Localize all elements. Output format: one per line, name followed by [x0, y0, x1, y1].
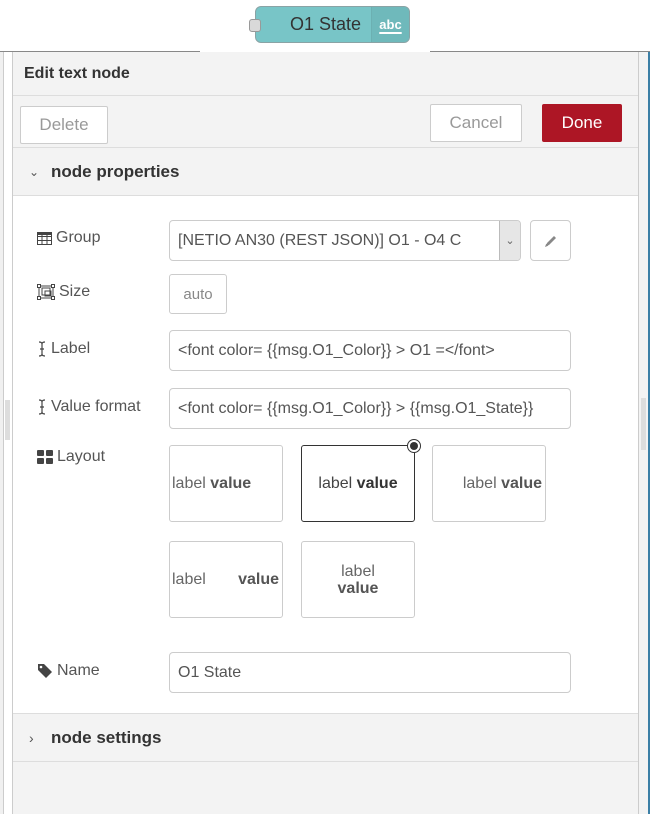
name-input[interactable]: O1 State [169, 652, 571, 693]
chevron-down-icon: ⌄ [29, 164, 40, 179]
done-button[interactable]: Done [542, 104, 622, 142]
node-label: O1 State [289, 14, 361, 34]
object-ungroup-icon [37, 284, 55, 300]
layout-option-label: label [172, 474, 206, 492]
layout-option-column-center[interactable]: label value [301, 541, 415, 618]
chevron-down-icon[interactable]: ⌄ [499, 221, 520, 260]
size-button[interactable]: auto [169, 274, 227, 314]
node-properties-body: Group [NETIO AN30 (REST JSON)] O1 - O4 C… [13, 196, 638, 714]
edit-tray: Edit text node Delete Cancel Done ⌄ node… [12, 52, 639, 814]
name-label-text: Name [57, 662, 100, 679]
group-label-text: Group [56, 229, 101, 246]
layout-option-value: value [501, 474, 542, 492]
layout-option-label: label [462, 474, 497, 492]
layout-option-label: label [341, 562, 375, 580]
layout-option-value: value [238, 570, 279, 588]
tray-toolbar: Delete Cancel Done [13, 96, 638, 148]
value-format-label-text: Value format [51, 398, 141, 415]
edit-group-button[interactable] [530, 220, 571, 261]
selected-radio-icon [407, 439, 421, 453]
chevron-right-icon: › [29, 729, 34, 746]
tag-icon [38, 664, 52, 678]
i-cursor-icon [38, 341, 46, 357]
value-format-label: Value format [37, 398, 141, 416]
node-icon-text: abc [379, 17, 402, 32]
tray-title: Edit text node [13, 52, 638, 96]
delete-button[interactable]: Delete [20, 106, 108, 144]
name-label: Name [37, 662, 100, 680]
left-resize-handle[interactable] [5, 400, 10, 440]
text-abc-icon: abc [371, 7, 409, 42]
layout-option-row-spread[interactable]: label value [169, 541, 283, 618]
group-select-value: [NETIO AN30 (REST JSON)] O1 - O4 C [178, 231, 462, 249]
group-select[interactable]: [NETIO AN30 (REST JSON)] O1 - O4 C ⌄ [169, 220, 521, 261]
layout-option-label: label [318, 474, 353, 492]
label-field-label-text: Label [51, 340, 91, 357]
layout-option-value: value [337, 579, 379, 597]
cancel-button[interactable]: Cancel [430, 104, 522, 142]
section-title: node settings [51, 727, 162, 747]
section-node-properties[interactable]: ⌄ node properties [13, 148, 638, 196]
right-scrollbar[interactable] [641, 398, 646, 450]
layout-option-label: label [172, 570, 206, 588]
workspace-edge [0, 52, 4, 814]
size-label: Size [37, 283, 90, 301]
section-title: node properties [51, 161, 180, 181]
group-label: Group [37, 229, 100, 247]
layout-option-value: value [356, 474, 398, 492]
section-node-settings[interactable]: › node settings [13, 714, 638, 762]
node-preview: O1 State abc [249, 6, 410, 43]
label-field-label: Label [37, 340, 90, 358]
th-large-icon [37, 450, 53, 464]
layout-label-text: Layout [57, 448, 106, 465]
node-input-port [249, 19, 261, 32]
layout-option-row-left[interactable]: label value [169, 445, 283, 522]
pencil-icon [544, 235, 556, 247]
layout-option-row-right[interactable]: label value [432, 445, 546, 522]
layout-label: Layout [37, 448, 105, 466]
layout-option-row-center[interactable]: label value [301, 439, 421, 522]
table-icon [37, 231, 52, 245]
size-label-text: Size [59, 283, 91, 300]
layout-option-value: value [210, 474, 252, 492]
i-cursor-icon [38, 399, 46, 415]
label-input[interactable]: <font color= {{msg.O1_Color}} > O1 =</fo… [169, 330, 571, 371]
value-format-input[interactable]: <font color= {{msg.O1_Color}} > {{msg.O1… [169, 388, 571, 429]
